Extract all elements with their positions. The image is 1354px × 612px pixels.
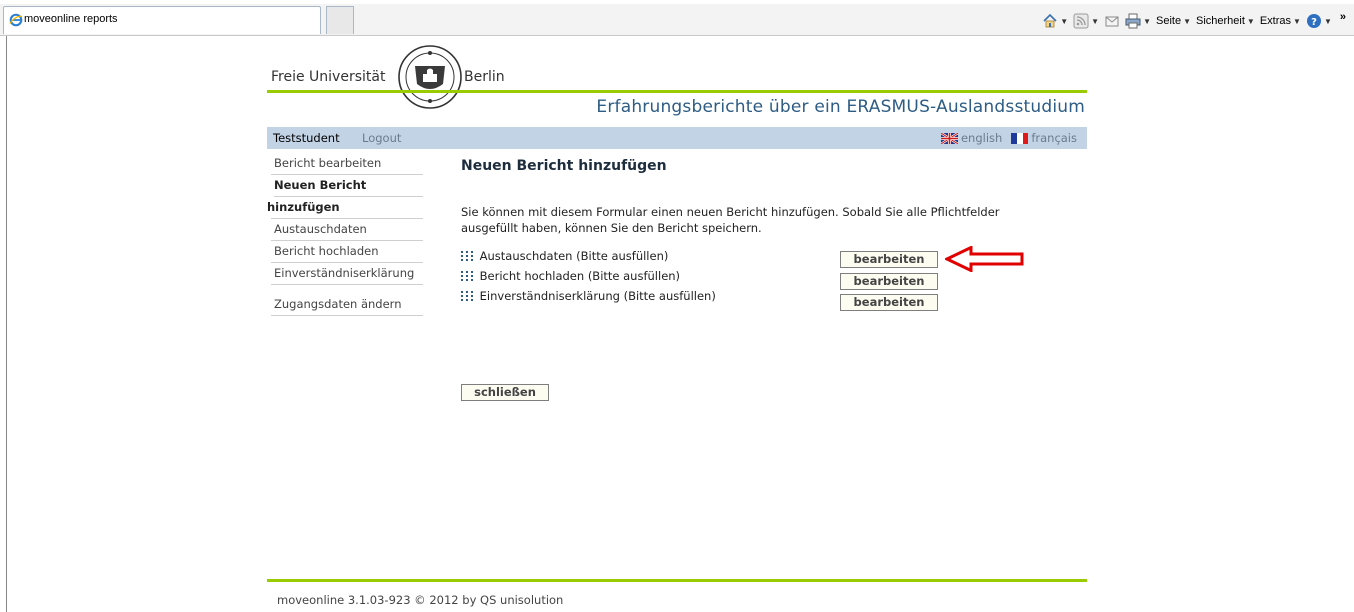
chevron-down-icon: ▼ bbox=[1183, 16, 1191, 26]
sidebar-item-label-line2: hinzufügen bbox=[267, 200, 340, 214]
logout-link[interactable]: Logout bbox=[362, 131, 401, 145]
command-bar: ▼ ▼ ▼ Seite ▼ Sicherheit ▼ Extras ▼ ? ▼ … bbox=[1042, 11, 1346, 30]
username: Teststudent bbox=[273, 131, 340, 145]
mail-button[interactable] bbox=[1104, 13, 1120, 29]
footer-divider bbox=[267, 579, 1087, 582]
page-title: Neuen Bericht hinzufügen bbox=[461, 158, 667, 174]
sidebar-item-bericht-bearbeiten[interactable]: Bericht bearbeiten bbox=[271, 153, 423, 175]
section-row-bericht-hochladen: Bericht hochladen (Bitte ausfüllen) bear… bbox=[461, 269, 1061, 290]
browser-tab[interactable]: moveonline reports bbox=[3, 6, 321, 34]
user-bar: Teststudent Logout english français bbox=[267, 127, 1087, 149]
overflow-chevron-icon[interactable]: » bbox=[1340, 11, 1346, 23]
svg-text:?: ? bbox=[1311, 17, 1317, 28]
extras-menu[interactable]: Extras ▼ bbox=[1260, 15, 1301, 27]
sidebar-item-zugangsdaten[interactable]: Zugangsdaten ändern bbox=[271, 294, 423, 316]
section-label: Austauschdaten (Bitte ausfüllen) bbox=[479, 249, 669, 263]
edit-einverstaendnis-button[interactable]: bearbeiten bbox=[840, 294, 938, 311]
chevron-down-icon: ▼ bbox=[1060, 16, 1069, 26]
new-tab-button[interactable] bbox=[326, 6, 354, 34]
sidebar-item-bericht-hochladen[interactable]: Bericht hochladen bbox=[271, 241, 423, 263]
tab-title: moveonline reports bbox=[24, 13, 118, 25]
header-divider bbox=[267, 90, 1087, 93]
tab-bar: moveonline reports ▼ ▼ ▼ Seite ▼ Sicherh… bbox=[0, 4, 1354, 36]
dotted-bullet-icon bbox=[461, 251, 473, 261]
help-icon: ? bbox=[1306, 14, 1321, 28]
french-link[interactable]: français bbox=[1031, 131, 1077, 145]
browser-chrome: moveonline reports ▼ ▼ ▼ Seite ▼ Sicherh… bbox=[0, 0, 1354, 36]
window-border bbox=[6, 36, 7, 612]
fu-berlin-logo[interactable]: Freie Universität Berlin bbox=[267, 44, 547, 114]
sidebar-nav: Bericht bearbeiten Neuen Bericht hinzufü… bbox=[267, 153, 423, 316]
footer-text: moveonline 3.1.03-923 © 2012 by QS uniso… bbox=[277, 593, 564, 607]
logo-text-right: Berlin bbox=[464, 69, 505, 85]
page-menu-label: Seite bbox=[1156, 15, 1182, 27]
chevron-down-icon: ▼ bbox=[1293, 16, 1301, 26]
printer-icon bbox=[1125, 13, 1141, 29]
intro-line-2: ausgefüllt haben, können Sie den Bericht… bbox=[461, 221, 762, 235]
annotation-arrow-icon bbox=[945, 246, 1024, 272]
sidebar-item-einverstaendniserklaerung[interactable]: Einverständniserklärung bbox=[271, 263, 423, 285]
home-icon bbox=[1043, 13, 1057, 28]
edit-bericht-hochladen-button[interactable]: bearbeiten bbox=[840, 273, 938, 290]
security-menu-label: Sicherheit bbox=[1196, 15, 1245, 27]
intro-text: Sie können mit diesem Formular einen neu… bbox=[461, 204, 1061, 236]
extras-menu-label: Extras bbox=[1259, 15, 1292, 27]
site-title: Erfahrungsberichte über ein ERASMUS-Ausl… bbox=[596, 97, 1085, 117]
mail-icon bbox=[1105, 16, 1119, 27]
chevron-down-icon: ▼ bbox=[1143, 16, 1151, 26]
intro-line-1: Sie können mit diesem Formular einen neu… bbox=[461, 205, 1000, 219]
security-menu[interactable]: Sicherheit ▼ bbox=[1196, 15, 1255, 27]
ie-icon bbox=[9, 13, 23, 27]
home-button[interactable]: ▼ bbox=[1042, 13, 1068, 29]
university-seal-icon bbox=[398, 45, 462, 109]
sidebar-item-label-line1: Neuen Bericht bbox=[274, 175, 423, 197]
main-content: Neuen Bericht hinzufügen Sie können mit … bbox=[461, 158, 1081, 401]
page-menu[interactable]: Seite ▼ bbox=[1156, 15, 1191, 27]
close-button[interactable]: schließen bbox=[461, 384, 549, 401]
rss-icon bbox=[1073, 13, 1089, 29]
english-link[interactable]: english bbox=[961, 131, 1002, 145]
sidebar-item-austauschdaten[interactable]: Austauschdaten bbox=[271, 219, 423, 241]
france-flag-icon[interactable] bbox=[1011, 132, 1029, 144]
chevron-down-icon: ▼ bbox=[1246, 16, 1255, 26]
language-switcher: english français bbox=[940, 131, 1077, 145]
dotted-bullet-icon bbox=[461, 291, 473, 301]
section-label: Einverständniserklärung (Bitte ausfüllen… bbox=[479, 289, 716, 303]
feeds-button[interactable]: ▼ bbox=[1073, 13, 1099, 29]
section-row-einverstaendnis: Einverständniserklärung (Bitte ausfüllen… bbox=[461, 289, 1061, 311]
sidebar-item-neuen-bericht[interactable]: Neuen Bericht hinzufügen bbox=[267, 175, 423, 219]
print-button[interactable]: ▼ bbox=[1125, 13, 1151, 29]
edit-austauschdaten-button[interactable]: bearbeiten bbox=[840, 251, 938, 268]
chevron-down-icon: ▼ bbox=[1323, 16, 1332, 26]
dotted-bullet-icon bbox=[461, 271, 473, 281]
uk-flag-icon[interactable] bbox=[940, 132, 958, 144]
chevron-down-icon: ▼ bbox=[1091, 16, 1100, 26]
section-label: Bericht hochladen (Bitte ausfüllen) bbox=[479, 269, 681, 283]
help-button[interactable]: ? ▼ bbox=[1306, 13, 1332, 29]
logo-text-left: Freie Universität bbox=[271, 69, 386, 85]
